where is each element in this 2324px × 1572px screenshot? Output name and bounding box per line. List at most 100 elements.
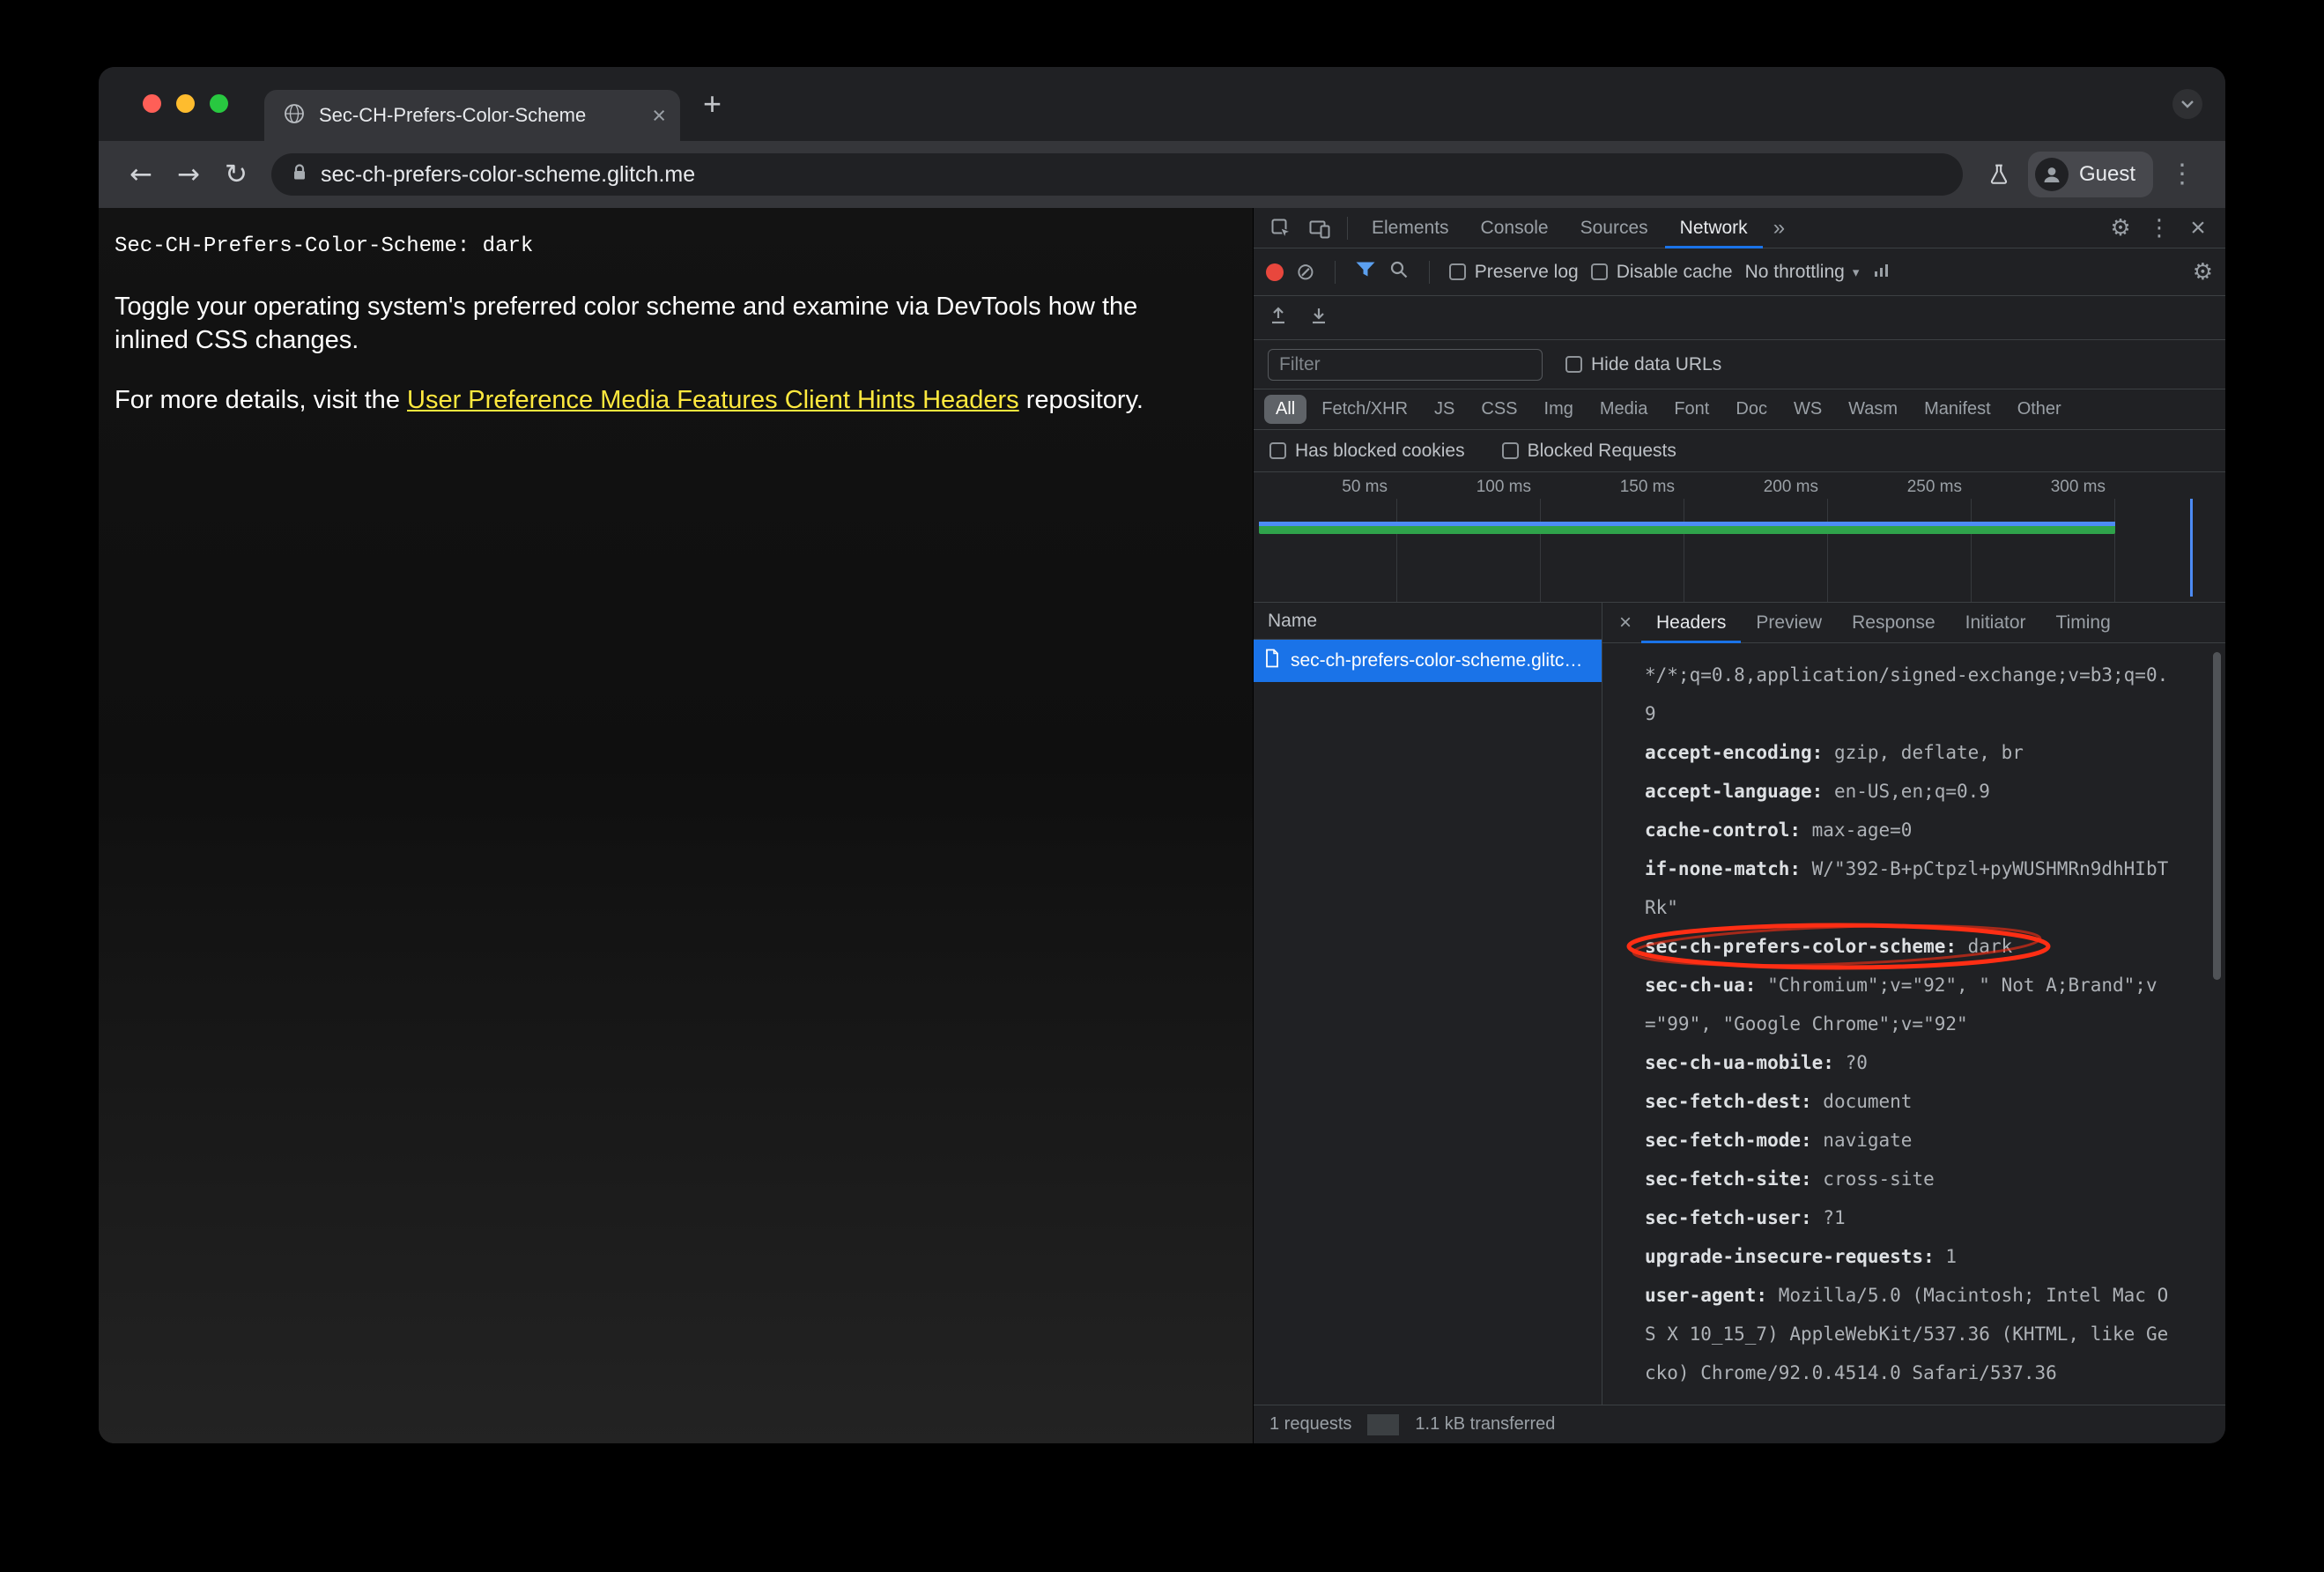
blocked-row: Has blocked cookies Blocked Requests xyxy=(1254,430,2225,472)
more-tabs-chevron-icon[interactable]: » xyxy=(1765,216,1794,241)
chrome-labs-beaker-icon[interactable] xyxy=(1979,154,2019,195)
filter-chip-fetch-xhr[interactable]: Fetch/XHR xyxy=(1310,395,1419,424)
tab-close-icon[interactable]: × xyxy=(652,103,666,128)
filter-chip-other[interactable]: Other xyxy=(2006,395,2073,424)
has-blocked-cookies-checkbox[interactable]: Has blocked cookies xyxy=(1269,441,1465,462)
tab-console[interactable]: Console xyxy=(1466,208,1564,248)
request-header-user-agent: user-agent: Mozilla/5.0 (Macintosh; Inte… xyxy=(1645,1276,2174,1392)
filter-funnel-icon[interactable] xyxy=(1355,261,1376,284)
forward-button[interactable]: → xyxy=(169,155,208,194)
filter-chip-css[interactable]: CSS xyxy=(1469,395,1528,424)
timeline-tick-label: 100 ms xyxy=(1476,478,1531,496)
browser-menu-kebab-icon[interactable]: ⋮ xyxy=(2162,154,2202,195)
network-filter-input[interactable]: Filter xyxy=(1268,348,1543,381)
minimize-window-button[interactable] xyxy=(176,94,195,113)
network-main: Name sec-ch-prefers-color-scheme.glitch.… xyxy=(1254,603,2225,1405)
desktop-background: Sec-CH-Prefers-Color-Scheme × + ← → ↻ se… xyxy=(0,0,2324,1572)
timeline-gridline xyxy=(1971,499,1972,602)
header-value: ?0 xyxy=(1845,1052,1868,1073)
export-har-icon[interactable] xyxy=(1268,305,1289,331)
filter-chip-wasm[interactable]: Wasm xyxy=(1837,395,1909,424)
record-network-log-icon[interactable] xyxy=(1266,263,1284,281)
search-icon[interactable] xyxy=(1388,259,1410,285)
request-row[interactable]: sec-ch-prefers-color-scheme.glitch.me xyxy=(1254,640,1602,682)
checkbox-label: Hide data URLs xyxy=(1591,353,1722,374)
timeline-tick-label: 50 ms xyxy=(1342,478,1388,496)
tab-search-button[interactable] xyxy=(2172,89,2202,119)
tab-response[interactable]: Response xyxy=(1837,603,1950,643)
tab-preview[interactable]: Preview xyxy=(1741,603,1837,643)
filter-chip-js[interactable]: JS xyxy=(1423,395,1466,424)
repository-link[interactable]: User Preference Media Features Client Hi… xyxy=(407,386,1019,414)
header-name: upgrade-insecure-requests: xyxy=(1645,1246,1946,1267)
network-conditions-icon[interactable] xyxy=(1871,259,1892,285)
request-details-pane: × Headers Preview Response Initiator Tim… xyxy=(1602,603,2225,1405)
timeline-gridline xyxy=(1540,499,1541,602)
header-name: sec-ch-ua-mobile: xyxy=(1645,1052,1846,1073)
checkbox-label: Disable cache xyxy=(1616,261,1733,282)
timeline-tick-label: 150 ms xyxy=(1619,478,1675,496)
browser-tab[interactable]: Sec-CH-Prefers-Color-Scheme × xyxy=(264,90,680,141)
network-overview[interactable]: 50 ms 100 ms 150 ms 200 ms 250 ms 300 ms xyxy=(1254,472,2225,603)
reload-button[interactable]: ↻ xyxy=(217,155,255,194)
filter-chip-doc[interactable]: Doc xyxy=(1724,395,1779,424)
devtools-menu-kebab-icon[interactable]: ⋮ xyxy=(2141,211,2178,246)
import-har-icon[interactable] xyxy=(1308,305,1329,331)
request-header-sec-fetch-dest: sec-fetch-dest: document xyxy=(1645,1082,2174,1121)
blocked-requests-checkbox[interactable]: Blocked Requests xyxy=(1501,440,1676,462)
header-name: sec-fetch-user: xyxy=(1645,1207,1824,1228)
device-toolbar-icon[interactable] xyxy=(1301,211,1338,246)
divider xyxy=(1347,216,1348,240)
header-value: navigate xyxy=(1823,1130,1913,1151)
checkbox-label: Blocked Requests xyxy=(1527,440,1676,461)
devtools-close-icon[interactable]: × xyxy=(2180,211,2217,246)
network-status-bar: 1 requests 1.1 kB transferred xyxy=(1254,1405,2225,1443)
back-button[interactable]: ← xyxy=(122,155,160,194)
details-scrollbar[interactable] xyxy=(2213,652,2221,980)
tab-headers[interactable]: Headers xyxy=(1641,603,1741,643)
tab-network[interactable]: Network xyxy=(1665,208,1763,248)
filter-chip-manifest[interactable]: Manifest xyxy=(1913,395,2002,424)
filter-chip-all[interactable]: All xyxy=(1264,395,1307,424)
tab-timing[interactable]: Timing xyxy=(2041,603,2126,643)
request-header-accept-encoding: accept-encoding: gzip, deflate, br xyxy=(1645,733,2174,772)
zoom-window-button[interactable] xyxy=(210,94,228,113)
devtools-settings-gear-icon[interactable]: ⚙ xyxy=(2102,211,2139,246)
preserve-log-checkbox[interactable]: Preserve log xyxy=(1448,262,1579,283)
chevron-down-icon xyxy=(2181,100,2194,108)
inspect-element-icon[interactable] xyxy=(1262,211,1299,246)
request-header-sec-fetch-site: sec-fetch-site: cross-site xyxy=(1645,1160,2174,1198)
disable-cache-checkbox[interactable]: Disable cache xyxy=(1590,261,1733,283)
tab-sources[interactable]: Sources xyxy=(1565,208,1663,248)
close-request-details-icon[interactable]: × xyxy=(1610,603,1641,643)
filter-chip-font[interactable]: Font xyxy=(1662,395,1721,424)
divider xyxy=(1334,260,1336,284)
header-name: user-agent: xyxy=(1645,1285,1779,1306)
header-name: cache-control: xyxy=(1645,819,1812,841)
tab-strip: Sec-CH-Prefers-Color-Scheme × + xyxy=(99,67,2225,141)
requests-name-column-header[interactable]: Name xyxy=(1254,603,1602,640)
filter-chip-ws[interactable]: WS xyxy=(1782,395,1833,424)
header-name: sec-fetch-site: xyxy=(1645,1168,1824,1190)
throttling-select[interactable]: No throttling ▾ xyxy=(1745,262,1860,283)
profile-button[interactable]: Guest xyxy=(2027,152,2153,197)
clear-network-log-icon[interactable]: ⊘ xyxy=(1296,261,1315,284)
filter-placeholder: Filter xyxy=(1279,353,1321,374)
page-paragraph-1: Toggle your operating system's preferred… xyxy=(115,293,1138,354)
profile-label: Guest xyxy=(2078,162,2135,186)
request-header-if-none-match: if-none-match: W/"392-B+pCtpzl+pyWUSHMRn… xyxy=(1645,849,2174,927)
new-tab-button[interactable]: + xyxy=(703,85,722,122)
network-settings-gear-icon[interactable]: ⚙ xyxy=(2193,261,2213,284)
filter-chip-media[interactable]: Media xyxy=(1588,395,1659,424)
filter-chip-img[interactable]: Img xyxy=(1533,395,1585,424)
timeline-tick-label: 200 ms xyxy=(1763,478,1818,496)
request-header-sec-fetch-mode: sec-fetch-mode: navigate xyxy=(1645,1121,2174,1160)
hide-data-urls-checkbox[interactable]: Hide data URLs xyxy=(1565,354,1721,375)
header-value: gzip, deflate, br xyxy=(1833,742,2024,763)
url-bar[interactable]: sec-ch-prefers-color-scheme.glitch.me xyxy=(271,153,1963,196)
tab-elements[interactable]: Elements xyxy=(1357,208,1464,248)
devtools-tabbar: Elements Console Sources Network » ⚙ ⋮ × xyxy=(1254,208,2225,248)
tab-initiator[interactable]: Initiator xyxy=(1950,603,2041,643)
timeline-gridline xyxy=(1396,499,1397,602)
close-window-button[interactable] xyxy=(143,94,161,113)
